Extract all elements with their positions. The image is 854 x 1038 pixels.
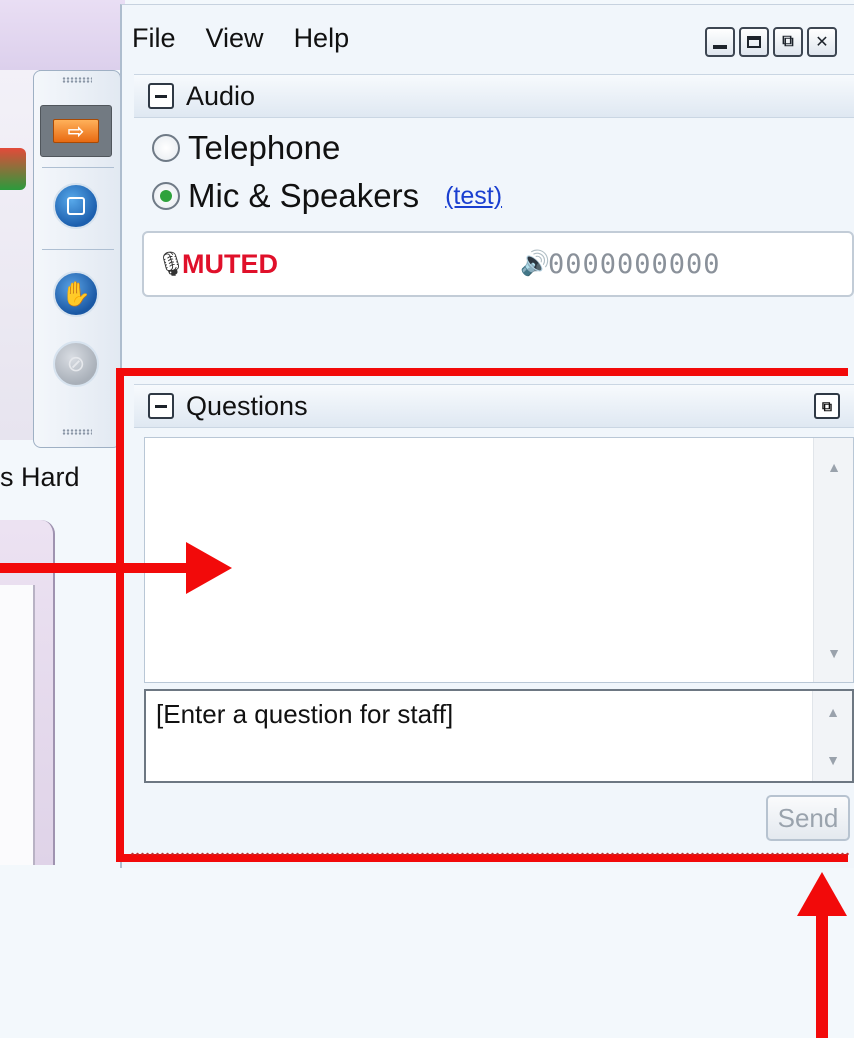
- raise-hand-icon: ✋: [61, 280, 91, 308]
- raise-hand-button[interactable]: ✋: [53, 271, 99, 317]
- disabled-hand-button[interactable]: ⊘: [53, 341, 99, 387]
- telephone-radio[interactable]: [152, 134, 180, 162]
- radio-selected-indicator: [160, 190, 172, 202]
- background-tab-fragment: [0, 148, 26, 190]
- screen-share-button[interactable]: [53, 183, 99, 229]
- pop-out-icon: ⧉: [782, 33, 794, 50]
- square-icon: [67, 197, 85, 215]
- audio-section-header: Audio: [134, 74, 854, 118]
- muted-status: MUTED: [182, 249, 278, 279]
- maximize-icon: [747, 36, 761, 48]
- mic-speakers-radio[interactable]: [152, 182, 180, 210]
- window-controls: ⧉ ✕: [705, 27, 837, 57]
- show-panel-button[interactable]: ⇨: [40, 105, 112, 157]
- mic-speakers-option[interactable]: Mic & Speakers (test): [152, 177, 502, 215]
- microphone-icon[interactable]: 🎙: [156, 251, 186, 279]
- annotation-highlight-box: [116, 368, 848, 862]
- speaker-level-meter: 0000000000: [548, 249, 721, 280]
- annotation-arrow-right-head: [186, 542, 232, 594]
- toolbar-separator: [42, 167, 114, 168]
- telephone-option[interactable]: Telephone: [152, 129, 340, 167]
- audio-status-box: 🎙 MUTED 🔊 0000000000: [142, 231, 854, 297]
- minus-icon: [155, 94, 167, 98]
- mic-speakers-label: Mic & Speakers: [188, 177, 420, 214]
- disabled-hand-icon: ⊘: [66, 351, 86, 376]
- speaker-icon: 🔊: [520, 250, 550, 277]
- arrow-right-icon: ⇨: [53, 119, 99, 143]
- close-icon: ✕: [815, 34, 829, 51]
- toolbar-grip-bottom[interactable]: [62, 429, 92, 435]
- close-button[interactable]: ✕: [807, 27, 837, 57]
- maximize-button[interactable]: [739, 27, 769, 57]
- annotation-arrow-up-icon: [797, 872, 847, 916]
- menu-help[interactable]: Help: [294, 23, 350, 54]
- background-lower-inner: [0, 585, 35, 865]
- toolbar-grip-top[interactable]: [62, 77, 92, 83]
- minimize-button[interactable]: [705, 27, 735, 57]
- annotation-arrow-up-shaft: [816, 912, 828, 1038]
- audio-section-title: Audio: [186, 80, 256, 111]
- vertical-toolbar: ⇨ ✋ ⊘: [33, 70, 121, 448]
- annotation-arrow-right-icon: [0, 563, 188, 573]
- audio-test-link[interactable]: (test): [445, 182, 502, 211]
- menu-file[interactable]: File: [132, 23, 176, 54]
- panel-bottom-grip: [130, 852, 850, 856]
- audio-collapse-button[interactable]: [148, 83, 174, 109]
- telephone-label: Telephone: [188, 129, 341, 166]
- background-window-titlebar: [0, 0, 125, 70]
- background-partial-label: s Hard: [0, 462, 80, 492]
- menu-view[interactable]: View: [206, 23, 264, 54]
- pop-out-button[interactable]: ⧉: [773, 27, 803, 57]
- minimize-icon: [713, 45, 727, 49]
- toolbar-separator: [42, 249, 114, 250]
